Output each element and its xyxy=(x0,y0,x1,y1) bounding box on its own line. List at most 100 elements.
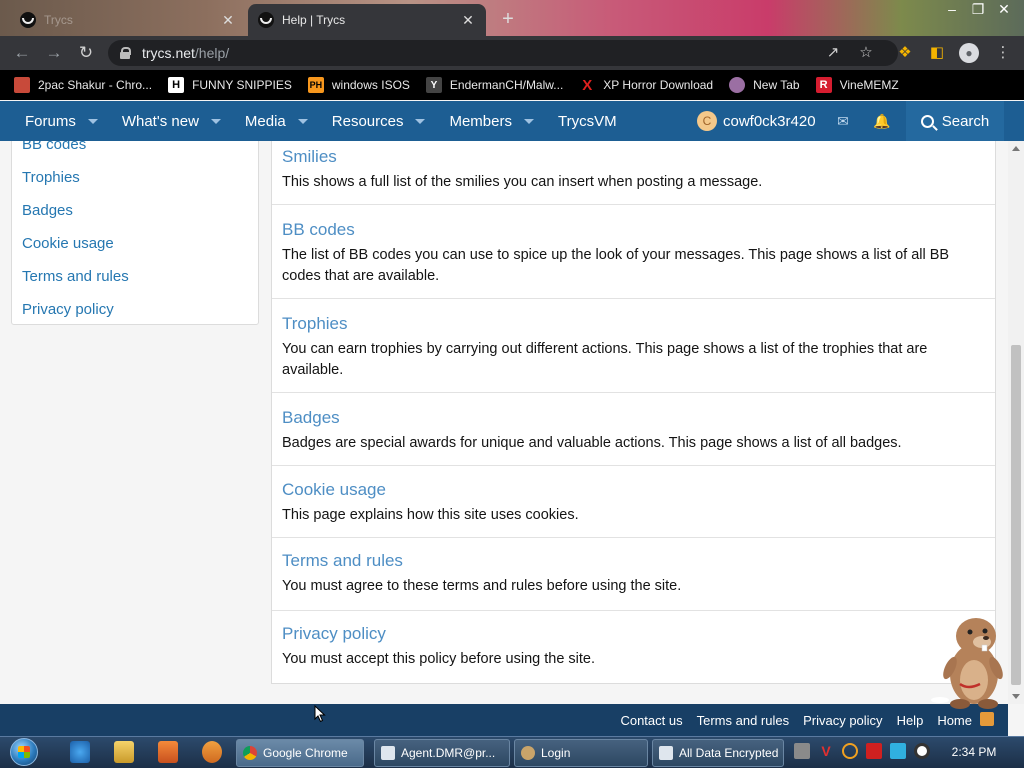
x-logo-icon: X xyxy=(582,76,593,94)
close-tab-icon[interactable]: ✕ xyxy=(460,12,476,29)
taskbar-button-label: Google Chrome xyxy=(263,746,348,760)
internet-explorer-icon[interactable] xyxy=(70,741,90,763)
sidebar-item-trophies[interactable]: Trophies xyxy=(12,161,258,194)
help-entry-title[interactable]: Smilies xyxy=(282,147,985,167)
footer-link-privacy[interactable]: Privacy policy xyxy=(803,713,882,728)
restore-window-button[interactable]: ❐ xyxy=(964,0,992,22)
scrollbar-thumb[interactable] xyxy=(1011,345,1021,685)
bookmark-item[interactable]: 2pac Shakur - Chro... xyxy=(14,77,152,93)
taskbar-button-label: All Data Encrypted xyxy=(679,746,779,760)
new-tab-button[interactable]: + xyxy=(496,8,520,32)
help-entry-title[interactable]: BB codes xyxy=(282,220,985,240)
address-host: trycs.net xyxy=(142,45,195,61)
help-entry-title[interactable]: Cookie usage xyxy=(282,480,985,500)
help-entry-desc: You can earn trophies by carrying out di… xyxy=(282,341,928,378)
taskbar-button-agent[interactable]: Agent.DMR@pr... xyxy=(374,739,510,767)
chevron-down-icon[interactable] xyxy=(523,118,534,124)
browser-tab-strip: Trycs ✕ Help | Trycs ✕ + – ❐ ✕ xyxy=(0,0,1024,36)
nav-whats-new[interactable]: What's new xyxy=(110,101,233,141)
pinned-app-icon[interactable] xyxy=(202,741,222,763)
footer-link-terms[interactable]: Terms and rules xyxy=(697,713,789,728)
taskbar-button-encrypted[interactable]: All Data Encrypted xyxy=(652,739,784,767)
tray-target-icon[interactable] xyxy=(914,743,930,759)
help-entry-title[interactable]: Terms and rules xyxy=(282,551,985,571)
bookmark-item[interactable]: R VineMEMZ xyxy=(815,77,899,93)
help-entry-privacy: Privacy policy You must accept this poli… xyxy=(272,611,995,684)
rss-icon[interactable] xyxy=(980,712,994,726)
menu-kebab-icon[interactable]: ⋮ xyxy=(992,42,1014,64)
help-sidebar: BB codes Trophies Badges Cookie usage Te… xyxy=(11,141,259,325)
tab-title: Help | Trycs xyxy=(282,13,346,27)
nav-media[interactable]: Media xyxy=(233,101,320,141)
tray-app-icon[interactable] xyxy=(794,743,810,759)
bookmark-item[interactable]: PH windows ISOS xyxy=(307,77,410,93)
bookmark-label: windows ISOS xyxy=(331,78,410,92)
profile-avatar-icon[interactable]: ● xyxy=(958,42,980,64)
tray-search-icon[interactable] xyxy=(842,743,858,759)
taskbar-button-chrome[interactable]: Google Chrome xyxy=(236,739,364,767)
help-entry-desc: You must agree to these terms and rules … xyxy=(282,578,682,594)
taskbar-button-login[interactable]: Login xyxy=(514,739,648,767)
alerts-bell-icon[interactable]: 🔔 xyxy=(872,111,892,131)
nav-members[interactable]: Members xyxy=(437,101,546,141)
bookmark-label: XP Horror Download xyxy=(603,78,714,92)
side-panel-icon[interactable]: ◧ xyxy=(926,42,948,64)
nav-label: Media xyxy=(244,112,286,130)
sidebar-item-bb-codes[interactable]: BB codes xyxy=(12,141,258,161)
chevron-down-icon[interactable] xyxy=(87,118,98,124)
help-entry-smilies: Smilies This shows a full list of the sm… xyxy=(272,141,995,205)
tray-monitor-icon[interactable] xyxy=(890,743,906,759)
help-entry-desc: The list of BB codes you can use to spic… xyxy=(282,247,950,284)
tray-v-icon[interactable]: V xyxy=(818,743,834,759)
help-entry-title[interactable]: Privacy policy xyxy=(282,624,985,644)
search-button[interactable]: Search xyxy=(906,101,1004,141)
extensions-puzzle-icon[interactable]: ❖ xyxy=(894,42,916,64)
chevron-down-icon[interactable] xyxy=(415,118,426,124)
scroll-up-icon[interactable] xyxy=(1012,146,1020,151)
browser-tab-inactive[interactable]: Trycs ✕ xyxy=(10,4,246,36)
forward-arrow-icon[interactable]: → xyxy=(42,41,66,65)
page-scrollbar[interactable] xyxy=(1008,141,1024,704)
scroll-down-icon[interactable] xyxy=(1012,694,1020,699)
chrome-icon xyxy=(243,746,257,760)
nav-forums[interactable]: Forums xyxy=(13,101,110,141)
nav-trycsvm[interactable]: TrycsVM xyxy=(546,101,629,141)
footer-link-contact[interactable]: Contact us xyxy=(620,713,682,728)
reload-icon[interactable]: ↻ xyxy=(74,41,98,65)
bookmark-item[interactable]: H FUNNY SNIPPIES xyxy=(168,77,292,93)
chevron-down-icon[interactable] xyxy=(210,118,221,124)
help-entry-terms: Terms and rules You must agree to these … xyxy=(272,538,995,611)
help-entry-title[interactable]: Trophies xyxy=(282,314,985,334)
sidebar-item-cookie-usage[interactable]: Cookie usage xyxy=(12,227,258,260)
help-entry-desc: This page explains how this site uses co… xyxy=(282,507,579,523)
close-window-button[interactable]: ✕ xyxy=(990,0,1018,22)
taskbar-clock[interactable]: 2:34 PM xyxy=(944,745,1004,759)
taskbar-button-label: Agent.DMR@pr... xyxy=(401,746,496,760)
back-arrow-icon[interactable]: ← xyxy=(10,41,34,65)
user-account-link[interactable]: C cowf0ck3r420 xyxy=(697,101,816,141)
help-entry-title[interactable]: Badges xyxy=(282,408,985,428)
star-bookmark-icon[interactable]: ☆ xyxy=(855,42,877,64)
bookmark-item[interactable]: X XP Horror Download xyxy=(579,76,714,94)
share-icon[interactable]: ↗ xyxy=(822,42,844,64)
chevron-down-icon[interactable] xyxy=(297,118,308,124)
bookmark-item[interactable]: Y EndermanCH/Malw... xyxy=(425,77,563,93)
file-explorer-icon[interactable] xyxy=(114,741,134,763)
bookmark-item[interactable]: New Tab xyxy=(729,77,800,93)
sidebar-item-privacy[interactable]: Privacy policy xyxy=(12,293,258,326)
start-button[interactable] xyxy=(6,737,44,767)
close-tab-icon[interactable]: ✕ xyxy=(220,12,236,29)
site-footer: Contact us Terms and rules Privacy polic… xyxy=(0,704,1008,736)
footer-link-home[interactable]: Home xyxy=(937,713,972,728)
address-bar[interactable]: trycs.net/help/ xyxy=(108,40,898,66)
sidebar-item-terms[interactable]: Terms and rules xyxy=(12,260,258,293)
sidebar-item-badges[interactable]: Badges xyxy=(12,194,258,227)
inbox-envelope-icon[interactable]: ✉ xyxy=(833,111,853,131)
nav-resources[interactable]: Resources xyxy=(320,101,438,141)
tray-flag-icon[interactable] xyxy=(866,743,882,759)
page-content: BB codes Trophies Badges Cookie usage Te… xyxy=(0,141,1008,704)
minimize-window-button[interactable]: – xyxy=(938,0,966,22)
media-player-icon[interactable] xyxy=(158,741,178,763)
browser-tab-active[interactable]: Help | Trycs ✕ xyxy=(248,4,486,36)
footer-link-help[interactable]: Help xyxy=(897,713,924,728)
